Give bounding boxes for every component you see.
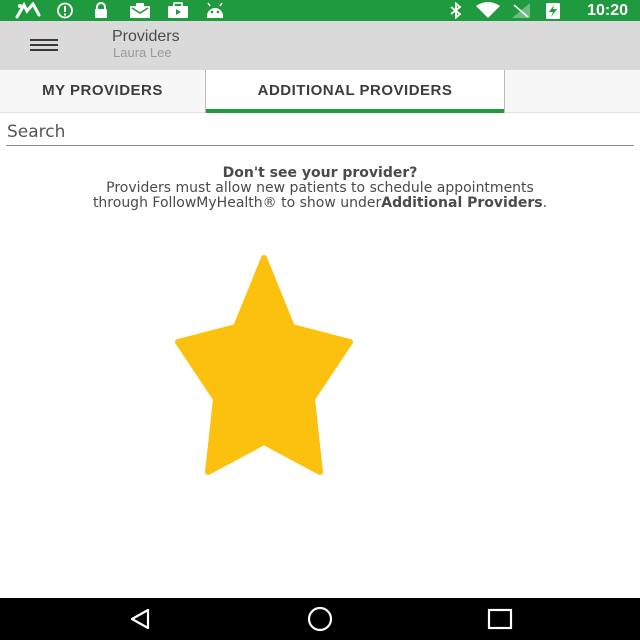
status-time: 10:20 bbox=[587, 2, 628, 19]
bluetooth-icon bbox=[450, 2, 462, 19]
home-icon[interactable] bbox=[305, 606, 335, 632]
back-icon[interactable] bbox=[126, 606, 156, 632]
hamburger-icon-line bbox=[30, 44, 58, 46]
empty-state-line-2-end: . bbox=[542, 195, 548, 211]
wifi-icon bbox=[476, 2, 500, 18]
signal-icon bbox=[15, 2, 41, 19]
navigation-bar bbox=[0, 598, 640, 640]
menu-button[interactable] bbox=[22, 33, 62, 59]
app-bar: Providers Laura Lee bbox=[0, 21, 640, 70]
empty-state-line-1: Providers must allow new patients to sch… bbox=[106, 180, 534, 196]
empty-state-heading: Don't see your provider? bbox=[222, 165, 418, 181]
lock-icon bbox=[95, 2, 107, 18]
star-icon bbox=[175, 255, 353, 475]
additional-providers-label: Additional Providers bbox=[381, 195, 543, 211]
hamburger-icon-line bbox=[30, 49, 58, 51]
hamburger-icon-line bbox=[30, 39, 58, 41]
tab-additional-providers[interactable]: ADDITIONAL PROVIDERS bbox=[205, 70, 505, 113]
briefcase-icon bbox=[168, 2, 188, 18]
tab-my-providers[interactable]: MY PROVIDERS bbox=[0, 70, 205, 113]
tab-selected-indicator bbox=[206, 109, 504, 113]
mail-icon bbox=[130, 3, 150, 18]
search-input[interactable] bbox=[6, 118, 634, 146]
cell-signal-icon bbox=[512, 3, 530, 18]
recents-icon[interactable] bbox=[485, 606, 515, 632]
empty-state-line-2: through FollowMyHealth® to show underAdd… bbox=[0, 196, 640, 211]
page-title: Providers bbox=[112, 28, 180, 45]
tab-bar: MY PROVIDERS ADDITIONAL PROVIDERS bbox=[0, 70, 640, 113]
status-bar: 10:20 bbox=[0, 0, 640, 21]
user-name: Laura Lee bbox=[113, 45, 172, 60]
android-icon bbox=[207, 2, 223, 18]
info-icon bbox=[57, 2, 73, 19]
empty-state-message: Don't see your provider? Providers must … bbox=[0, 166, 640, 211]
tab-label: ADDITIONAL PROVIDERS bbox=[257, 82, 453, 99]
empty-state-line-2-text: through FollowMyHealth® to show under bbox=[92, 195, 382, 211]
battery-charging-icon bbox=[546, 3, 560, 19]
